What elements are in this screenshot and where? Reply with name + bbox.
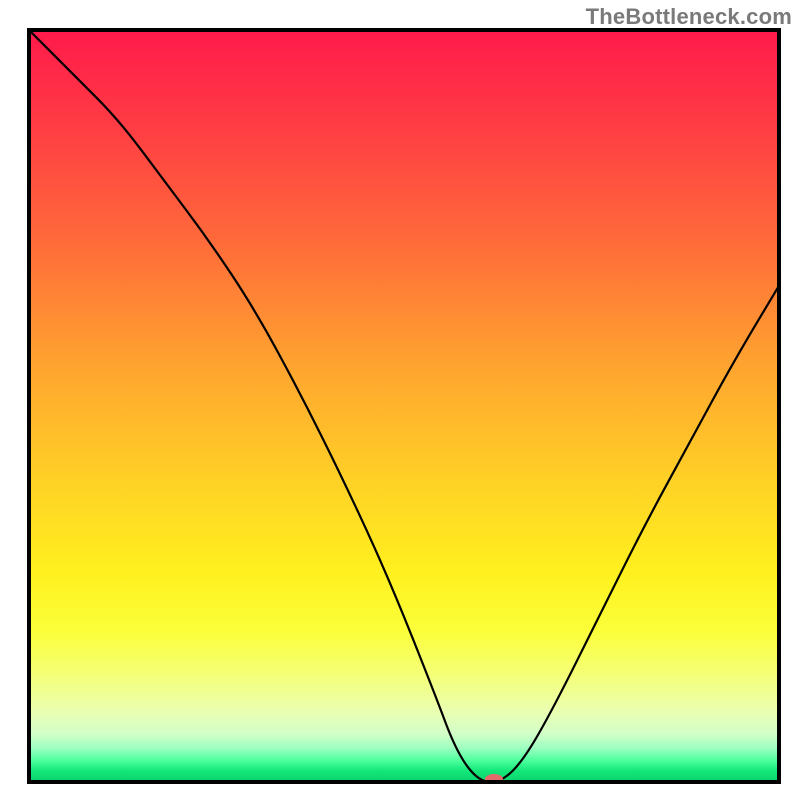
bottleneck-chart <box>0 0 800 800</box>
plot-area <box>29 30 779 784</box>
attribution-label: TheBottleneck.com <box>586 4 792 30</box>
chart-frame: TheBottleneck.com <box>0 0 800 800</box>
gradient-background <box>29 30 779 782</box>
